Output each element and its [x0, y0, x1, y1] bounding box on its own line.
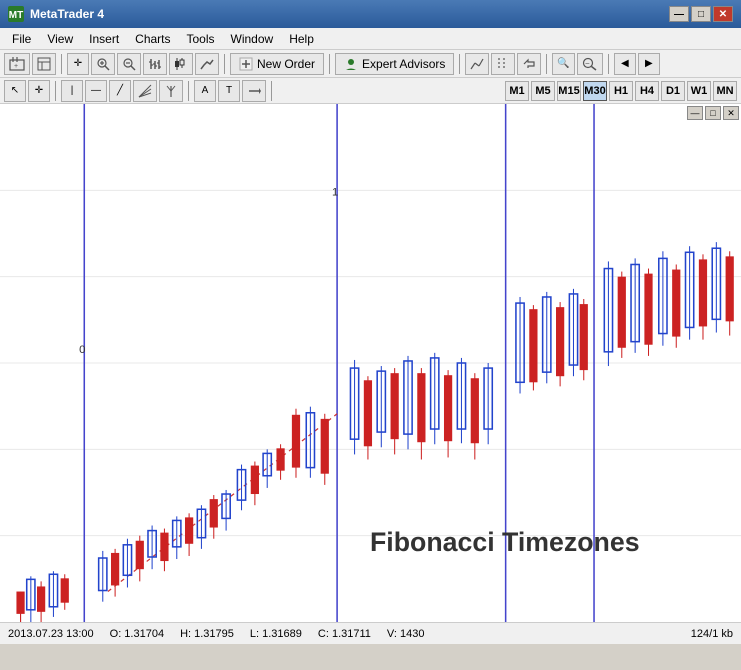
chart-area[interactable]: — □ ✕ 0 1	[0, 104, 741, 622]
status-bar: 2013.07.23 13:00 O: 1.31704 H: 1.31795 L…	[0, 622, 741, 644]
horizontal-line-tool[interactable]: —	[85, 80, 107, 102]
svg-text:Fibonacci Timezones: Fibonacci Timezones	[370, 527, 640, 557]
trend-line-tool[interactable]: ╱	[109, 80, 131, 102]
crosshair-tool[interactable]: ✛	[28, 80, 50, 102]
tf-m1[interactable]: M1	[505, 81, 529, 101]
status-close: C: 1.31711	[318, 628, 371, 640]
menu-tools[interactable]: Tools	[179, 28, 223, 49]
drawing-toolbar: ↖ ✛ | — ╱ A T M1 M5 M15 M30 H1 H4 D1 W1 …	[0, 78, 741, 104]
toolbar-separator-5	[546, 54, 547, 74]
tf-h4[interactable]: H4	[635, 81, 659, 101]
app-icon: MT	[8, 6, 24, 22]
menu-bar: File View Insert Charts Tools Window Hel…	[0, 28, 741, 50]
main-toolbar: + ✛ New Order Expert Advisors 🔍 −	[0, 50, 741, 78]
svg-text:MT: MT	[9, 10, 23, 21]
zoom-in-button[interactable]	[91, 53, 115, 75]
window-controls: — □ ✕	[669, 6, 733, 22]
svg-text:0: 0	[79, 344, 85, 356]
zoom-chart-in[interactable]: 🔍	[552, 53, 574, 75]
status-open: O: 1.31704	[110, 628, 164, 640]
text-tool[interactable]: A	[194, 80, 216, 102]
zoom-chart-out[interactable]: −	[577, 53, 603, 75]
tf-d1[interactable]: D1	[661, 81, 685, 101]
menu-insert[interactable]: Insert	[81, 28, 127, 49]
tf-w1[interactable]: W1	[687, 81, 711, 101]
arrow-tool[interactable]	[242, 80, 266, 102]
line-chart-button[interactable]	[195, 53, 219, 75]
menu-help[interactable]: Help	[281, 28, 322, 49]
period-sep-button[interactable]	[491, 53, 515, 75]
close-button[interactable]: ✕	[713, 6, 733, 22]
menu-file[interactable]: File	[4, 28, 39, 49]
text-label-tool[interactable]: T	[218, 80, 240, 102]
status-high: H: 1.31795	[180, 628, 234, 640]
svg-text:+: +	[14, 63, 18, 70]
draw-separator-2	[188, 81, 189, 101]
svg-text:1: 1	[332, 186, 338, 198]
gann-fan-tool[interactable]	[133, 80, 157, 102]
expert-advisors-button[interactable]: Expert Advisors	[335, 53, 454, 75]
title-bar: MT MetaTrader 4 — □ ✕	[0, 0, 741, 28]
new-order-button[interactable]: New Order	[230, 53, 324, 75]
candle-chart-button[interactable]	[169, 53, 193, 75]
chart-scroll-right[interactable]: ▶	[638, 53, 660, 75]
new-order-label: New Order	[257, 57, 315, 71]
draw-separator-3	[271, 81, 272, 101]
minimize-button[interactable]: —	[669, 6, 689, 22]
tf-m5[interactable]: M5	[531, 81, 555, 101]
chart-scroll-left[interactable]: ◀	[614, 53, 636, 75]
candlestick-chart: 0 1	[0, 104, 741, 622]
window-title: MetaTrader 4	[30, 7, 669, 21]
toolbar-separator-4	[459, 54, 460, 74]
chart-canvas-container[interactable]: — □ ✕ 0 1	[0, 104, 741, 622]
crosshair-button[interactable]: ✛	[67, 53, 89, 75]
toolbar-separator-6	[608, 54, 609, 74]
inner-maximize[interactable]: □	[705, 106, 721, 120]
status-volume: V: 1430	[387, 628, 425, 640]
inner-close[interactable]: ✕	[723, 106, 739, 120]
templates-button[interactable]	[32, 53, 56, 75]
toolbar-separator-2	[224, 54, 225, 74]
draw-separator-1	[55, 81, 56, 101]
menu-charts[interactable]: Charts	[127, 28, 178, 49]
toolbar-separator-1	[61, 54, 62, 74]
cursor-tool[interactable]: ↖	[4, 80, 26, 102]
indicators-button[interactable]	[465, 53, 489, 75]
new-chart-button[interactable]: +	[4, 53, 30, 75]
tf-m15[interactable]: M15	[557, 81, 581, 101]
inner-window-controls: — □ ✕	[687, 106, 739, 120]
pitchfork-tool[interactable]	[159, 80, 183, 102]
tf-h1[interactable]: H1	[609, 81, 633, 101]
toolbar-separator-3	[329, 54, 330, 74]
svg-text:−: −	[585, 59, 590, 68]
vertical-line-tool[interactable]: |	[61, 80, 83, 102]
bar-chart-button[interactable]	[143, 53, 167, 75]
tf-m30[interactable]: M30	[583, 81, 607, 101]
menu-view[interactable]: View	[39, 28, 81, 49]
status-datetime: 2013.07.23 13:00	[8, 628, 94, 640]
menu-window[interactable]: Window	[223, 28, 282, 49]
zoom-out-button[interactable]	[117, 53, 141, 75]
maximize-button[interactable]: □	[691, 6, 711, 22]
tf-mn[interactable]: MN	[713, 81, 737, 101]
inner-minimize[interactable]: —	[687, 106, 703, 120]
expert-advisors-label: Expert Advisors	[362, 57, 445, 71]
auto-scroll-button[interactable]	[517, 53, 541, 75]
status-low: L: 1.31689	[250, 628, 302, 640]
status-filesize: 124/1 kb	[691, 628, 733, 640]
